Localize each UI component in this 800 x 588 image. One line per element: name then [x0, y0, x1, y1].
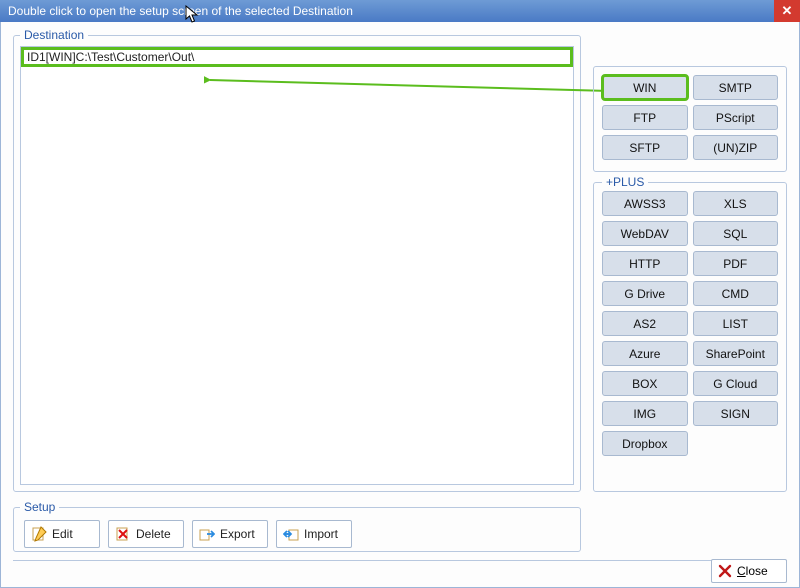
type-button-list[interactable]: LIST	[693, 311, 779, 336]
plus-legend: +PLUS	[602, 175, 648, 189]
destination-group: Destination ID1[WIN]C:\Test\Customer\Out…	[13, 28, 581, 492]
edit-button-label: Edit	[52, 527, 73, 541]
close-button[interactable]: Close	[711, 559, 787, 583]
window-close-button[interactable]: ✕	[774, 0, 800, 22]
destination-list[interactable]: ID1[WIN]C:\Test\Customer\Out\	[20, 46, 574, 485]
type-button-sftp[interactable]: SFTP	[602, 135, 688, 160]
close-icon: ✕	[782, 3, 793, 19]
type-button-box[interactable]: BOX	[602, 371, 688, 396]
type-button-sql[interactable]: SQL	[693, 221, 779, 246]
delete-button-label: Delete	[136, 527, 171, 541]
dialog-button-bar: Close	[13, 560, 787, 581]
window-title: Double click to open the setup screen of…	[8, 4, 353, 18]
type-button-g-drive[interactable]: G Drive	[602, 281, 688, 306]
type-button-img[interactable]: IMG	[602, 401, 688, 426]
delete-button[interactable]: Delete	[108, 520, 184, 548]
import-icon	[283, 526, 299, 542]
type-button-pscript[interactable]: PScript	[693, 105, 779, 130]
delete-icon	[115, 526, 131, 542]
type-button-as2[interactable]: AS2	[602, 311, 688, 336]
type-button-g-cloud[interactable]: G Cloud	[693, 371, 779, 396]
close-button-icon	[718, 564, 732, 578]
type-button-azure[interactable]: Azure	[602, 341, 688, 366]
destination-legend: Destination	[20, 28, 88, 42]
type-button-sign[interactable]: SIGN	[693, 401, 779, 426]
import-button[interactable]: Import	[276, 520, 352, 548]
export-icon	[199, 526, 215, 542]
type-button-pdf[interactable]: PDF	[693, 251, 779, 276]
edit-button[interactable]: Edit	[24, 520, 100, 548]
type-button-smtp[interactable]: SMTP	[693, 75, 779, 100]
title-bar: Double click to open the setup screen of…	[0, 0, 800, 22]
edit-icon	[31, 526, 47, 542]
export-button[interactable]: Export	[192, 520, 268, 548]
type-button-win[interactable]: WIN	[602, 75, 688, 100]
type-button-ftp[interactable]: FTP	[602, 105, 688, 130]
type-button-webdav[interactable]: WebDAV	[602, 221, 688, 246]
setup-group: Setup Edit Delete Export	[13, 500, 581, 552]
destination-types-core: WINSMTPFTPPScriptSFTP(UN)ZIP	[593, 66, 787, 172]
import-button-label: Import	[304, 527, 338, 541]
type-button-http[interactable]: HTTP	[602, 251, 688, 276]
setup-legend: Setup	[20, 500, 59, 514]
close-button-label: Close	[737, 564, 768, 578]
type-button-xls[interactable]: XLS	[693, 191, 779, 216]
type-button--un-zip[interactable]: (UN)ZIP	[693, 135, 779, 160]
client-area: Destination ID1[WIN]C:\Test\Customer\Out…	[0, 22, 800, 588]
export-button-label: Export	[220, 527, 255, 541]
type-button-sharepoint[interactable]: SharePoint	[693, 341, 779, 366]
type-button-dropbox[interactable]: Dropbox	[602, 431, 688, 456]
type-button-awss3[interactable]: AWSS3	[602, 191, 688, 216]
destination-types-plus: +PLUS AWSS3XLSWebDAVSQLHTTPPDFG DriveCMD…	[593, 182, 787, 492]
type-button-cmd[interactable]: CMD	[693, 281, 779, 306]
destination-list-item[interactable]: ID1[WIN]C:\Test\Customer\Out\	[21, 47, 573, 67]
